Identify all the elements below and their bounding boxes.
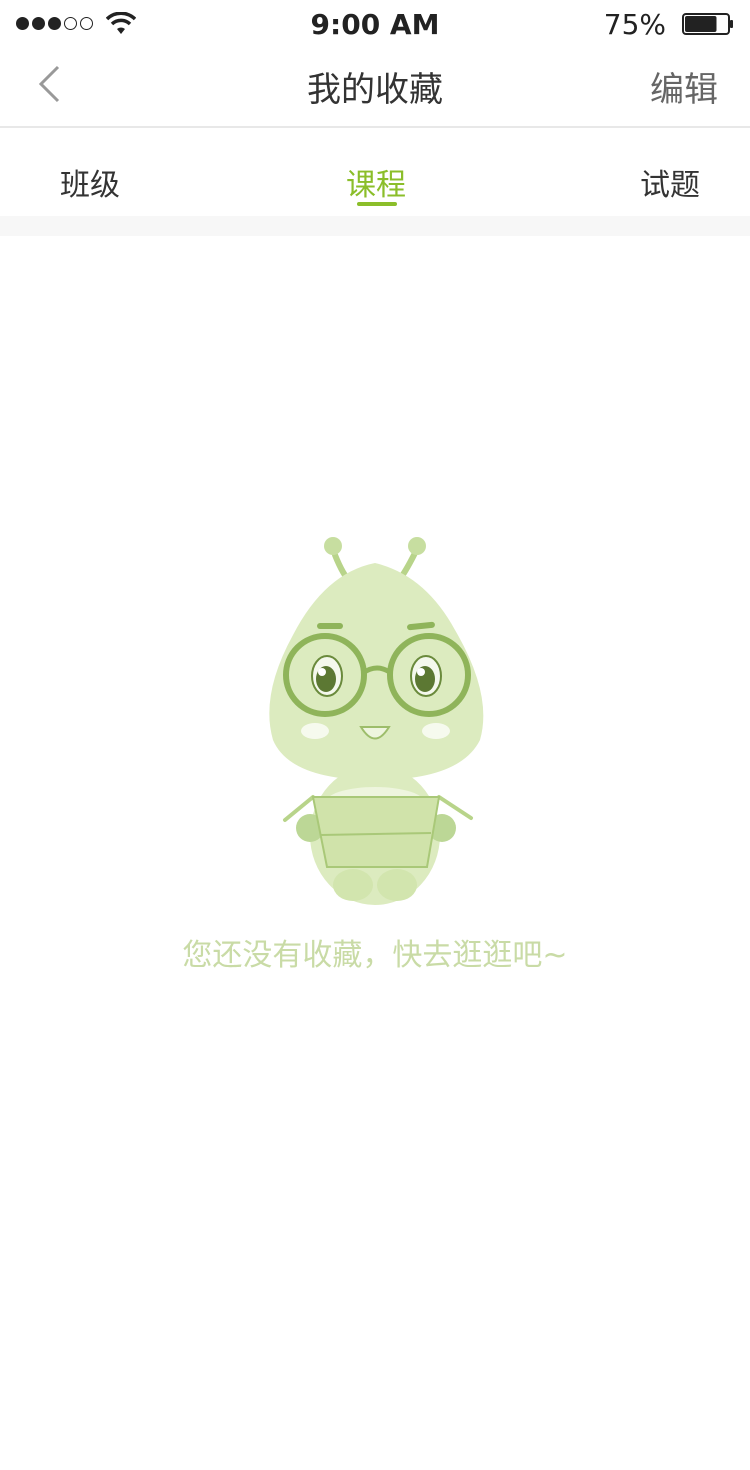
empty-state-message: 您还没有收藏，快去逛逛吧~	[182, 938, 568, 973]
battery-percent: 75%	[603, 8, 666, 41]
active-tab-indicator	[357, 202, 397, 206]
tab-bar: 班级 课程 试题	[0, 128, 750, 216]
section-divider	[0, 216, 750, 236]
page-title: 我的收藏	[307, 70, 443, 110]
battery-icon	[682, 13, 733, 35]
tab-class[interactable]: 班级	[60, 160, 120, 204]
battery-fill	[685, 16, 717, 32]
nav-bar: 我的收藏 编辑	[0, 50, 750, 128]
tab-questions[interactable]: 试题	[640, 160, 700, 204]
tab-course[interactable]: 课程	[346, 160, 406, 204]
edit-button[interactable]: 编辑	[650, 62, 718, 111]
mascot-illustration	[269, 537, 484, 905]
status-bar: 9:00 AM 75%	[0, 0, 750, 50]
